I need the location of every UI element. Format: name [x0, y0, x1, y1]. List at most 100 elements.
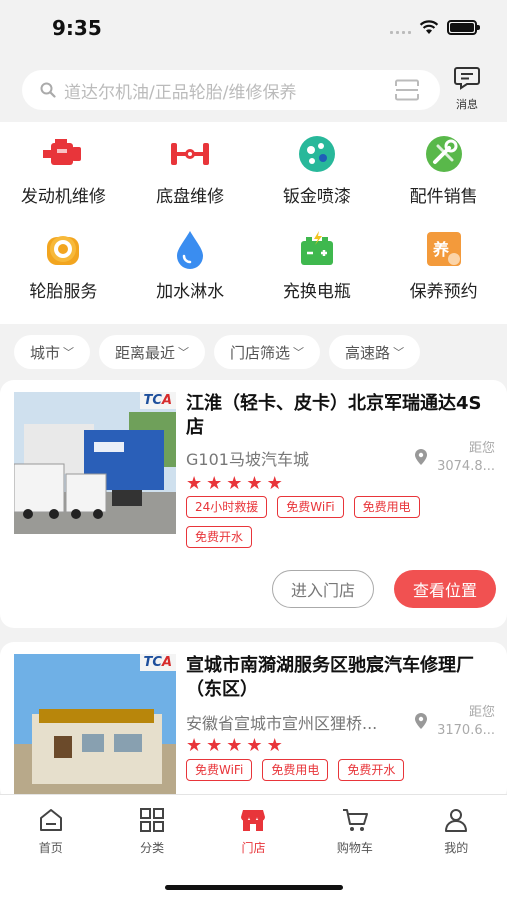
distance-label: 距您 — [468, 705, 495, 720]
store-address: 安徽省宣城市宣州区狸桥... — [186, 714, 378, 733]
category-label: 充换电瓶 — [282, 282, 351, 302]
brand-badge-accent: A — [161, 655, 172, 670]
filter-label: 距离最近 — [115, 343, 176, 362]
category-water-service[interactable]: 加水淋水 — [127, 229, 254, 324]
star-icon: ★ — [206, 735, 223, 756]
message-label: 消息 — [456, 98, 478, 111]
category-grid: 发动机维修 底盘维修 钣金喷漆 配件销售 轮胎服务 加水淋水 充换电瓶 养 保养… — [0, 122, 507, 324]
filter-highway[interactable]: 高速路 ﹀ — [329, 335, 421, 369]
water-drop-icon — [168, 229, 212, 269]
home-icon — [39, 809, 62, 831]
enter-store-button[interactable]: 进入门店 — [272, 570, 374, 608]
store-card[interactable]: TCA 宣城市南漪湖服务区驰宸汽车修理厂（东区） 安徽省宣城市宣州区狸桥... … — [0, 642, 507, 802]
service-tag: 免费开水 — [186, 526, 253, 548]
distance-value: 3074.8... — [437, 459, 495, 474]
status-icons — [390, 20, 480, 35]
star-icon: ★ — [246, 735, 263, 756]
filter-store[interactable]: 门店筛选 ﹀ — [214, 335, 321, 369]
store-icon — [241, 810, 266, 831]
battery-icon — [295, 229, 339, 269]
user-icon — [445, 809, 468, 832]
star-icon: ★ — [246, 473, 263, 494]
store-distance: 距您 3170.6... — [431, 704, 495, 740]
engine-icon — [41, 134, 85, 174]
filter-city[interactable]: 城市 ﹀ — [14, 335, 91, 369]
store-photo: TCA — [14, 654, 176, 796]
distance-label: 距您 — [468, 441, 495, 456]
filter-label: 高速路 — [345, 343, 391, 362]
category-label: 配件销售 — [409, 187, 478, 207]
store-tags: 免费WiFi 免费用电 免费开水 — [186, 759, 486, 781]
category-label: 轮胎服务 — [29, 282, 98, 302]
search-icon — [40, 82, 56, 98]
filter-distance[interactable]: 距离最近 ﹀ — [99, 335, 206, 369]
parts-icon — [422, 134, 466, 174]
service-tag: 免费WiFi — [277, 496, 344, 518]
status-bar: 9:35 — [0, 0, 507, 58]
wifi-icon — [419, 20, 439, 34]
tab-label: 分类 — [140, 841, 165, 855]
tab-home[interactable]: 首页 — [0, 795, 101, 865]
chevron-down-icon: ﹀ — [63, 346, 75, 359]
category-tire-service[interactable]: 轮胎服务 — [0, 229, 127, 324]
tab-store[interactable]: 门店 — [203, 795, 304, 865]
star-icon: ★ — [206, 473, 223, 494]
filter-label: 门店筛选 — [230, 343, 291, 362]
rating-stars: ★ ★ ★ ★ ★ — [186, 475, 283, 493]
category-engine-repair[interactable]: 发动机维修 — [0, 134, 127, 229]
category-chassis-repair[interactable]: 底盘维修 — [127, 134, 254, 229]
location-pin-icon — [415, 449, 427, 465]
tab-mine[interactable]: 我的 — [406, 795, 507, 865]
star-icon: ★ — [266, 473, 283, 494]
maintenance-icon: 养 — [422, 229, 466, 269]
star-icon: ★ — [186, 473, 203, 494]
tab-label: 门店 — [241, 841, 266, 855]
filter-label: 城市 — [30, 343, 61, 362]
service-tag: 免费用电 — [353, 496, 420, 518]
chevron-down-icon: ﹀ — [178, 346, 190, 359]
brand-badge-text: TC — [143, 393, 162, 408]
star-icon: ★ — [266, 735, 283, 756]
chassis-icon — [168, 134, 212, 174]
battery-status-icon — [447, 20, 480, 35]
brand-badge: TCA — [139, 654, 176, 671]
tab-label: 我的 — [444, 841, 469, 855]
search-input[interactable]: 道达尔机油/正品轮胎/维修保养 — [22, 70, 440, 110]
store-address: G101马坡汽车城 — [186, 450, 309, 469]
brand-badge: TCA — [139, 392, 176, 409]
service-tag: 免费用电 — [262, 759, 329, 781]
message-button[interactable]: 消息 — [447, 66, 487, 112]
location-pin-icon — [415, 713, 427, 729]
store-tags: 24小时救援 免费WiFi 免费用电 免费开水 — [186, 496, 486, 548]
category-paint[interactable]: 钣金喷漆 — [254, 134, 381, 229]
store-distance: 距您 3074.8... — [431, 440, 495, 476]
status-time: 9:35 — [52, 16, 102, 40]
tab-label: 购物车 — [336, 841, 373, 855]
message-icon — [454, 67, 480, 90]
category-label: 发动机维修 — [20, 187, 106, 207]
store-title: 宣城市南漪湖服务区驰宸汽车修理厂（东区） — [186, 655, 474, 700]
service-tag: 免费开水 — [338, 759, 405, 781]
store-card[interactable]: TCA 江淮（轻卡、皮卡）北京军瑞通达4S店 G101马坡汽车城 距您 3074… — [0, 380, 507, 628]
view-location-button[interactable]: 查看位置 — [394, 570, 496, 608]
search-row: 道达尔机油/正品轮胎/维修保养 消息 — [0, 58, 507, 122]
rating-stars: ★ ★ ★ ★ ★ — [186, 737, 283, 755]
tab-cart[interactable]: 购物车 — [304, 795, 405, 865]
distance-value: 3170.6... — [437, 723, 495, 738]
brand-badge-text: TC — [143, 655, 162, 670]
signal-icon — [390, 22, 411, 34]
category-label: 底盘维修 — [156, 187, 225, 207]
grid-icon — [140, 808, 165, 832]
store-photo: TCA — [14, 392, 176, 534]
category-label: 钣金喷漆 — [282, 187, 351, 207]
tab-category[interactable]: 分类 — [101, 795, 202, 865]
cart-icon — [342, 809, 368, 831]
category-maintenance-booking[interactable]: 养 保养预约 — [380, 229, 507, 324]
category-battery-swap[interactable]: 充换电瓶 — [254, 229, 381, 324]
category-label: 保养预约 — [409, 282, 478, 302]
star-icon: ★ — [226, 473, 243, 494]
maintenance-badge-text: 养 — [432, 240, 450, 259]
scan-icon[interactable] — [394, 79, 420, 101]
category-parts-sales[interactable]: 配件销售 — [380, 134, 507, 229]
service-tag: 免费WiFi — [186, 759, 253, 781]
